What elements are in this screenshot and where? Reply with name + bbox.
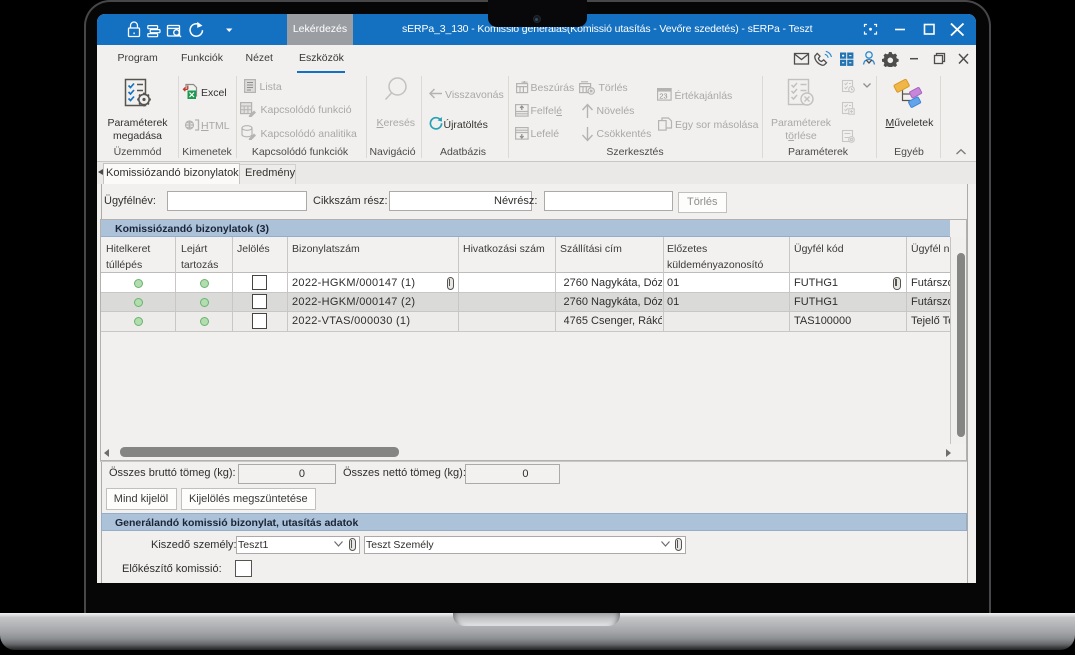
svg-text:23: 23 xyxy=(659,91,667,100)
